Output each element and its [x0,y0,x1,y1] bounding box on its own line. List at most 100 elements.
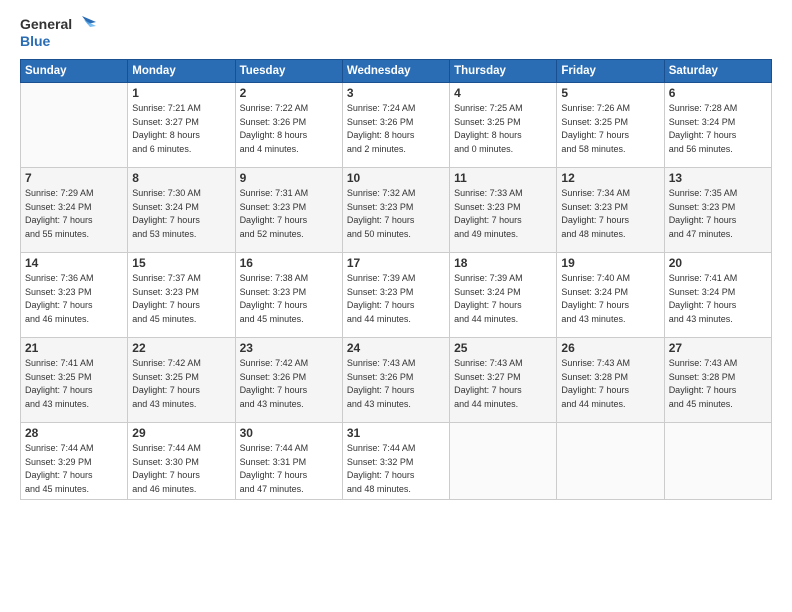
calendar-cell: 23 Sunrise: 7:42 AM Sunset: 3:26 PM Dayli… [235,338,342,423]
day-info: Sunrise: 7:40 AM Sunset: 3:24 PM Dayligh… [561,272,659,326]
calendar-week: 21 Sunrise: 7:41 AM Sunset: 3:25 PM Dayli… [21,338,772,423]
day-number: 23 [240,341,338,355]
day-info: Sunrise: 7:39 AM Sunset: 3:24 PM Dayligh… [454,272,552,326]
day-info: Sunrise: 7:21 AM Sunset: 3:27 PM Dayligh… [132,102,230,156]
day-info: Sunrise: 7:41 AM Sunset: 3:25 PM Dayligh… [25,357,123,411]
day-info: Sunrise: 7:42 AM Sunset: 3:26 PM Dayligh… [240,357,338,411]
day-info: Sunrise: 7:39 AM Sunset: 3:23 PM Dayligh… [347,272,445,326]
day-info: Sunrise: 7:43 AM Sunset: 3:26 PM Dayligh… [347,357,445,411]
calendar-cell: 2Sunrise: 7:22 AM Sunset: 3:26 PM Daylig… [235,83,342,168]
calendar-cell [664,423,771,500]
day-number: 28 [25,426,123,440]
logo: General Blue [20,16,96,49]
calendar-cell: 15 Sunrise: 7:37 AM Sunset: 3:23 PM Dayli… [128,253,235,338]
calendar-cell: 18 Sunrise: 7:39 AM Sunset: 3:24 PM Dayli… [450,253,557,338]
day-number: 9 [240,171,338,185]
calendar-cell: 14 Sunrise: 7:36 AM Sunset: 3:23 PM Dayli… [21,253,128,338]
weekday-header: Monday [128,60,235,83]
day-number: 27 [669,341,767,355]
calendar-week: 28 Sunrise: 7:44 AM Sunset: 3:29 PM Dayli… [21,423,772,500]
day-number: 6 [669,86,767,100]
day-number: 8 [132,171,230,185]
day-info: Sunrise: 7:44 AM Sunset: 3:31 PM Dayligh… [240,442,338,496]
weekday-header: Wednesday [342,60,449,83]
calendar-cell: 13Sunrise: 7:35 AM Sunset: 3:23 PM Dayli… [664,168,771,253]
day-number: 5 [561,86,659,100]
day-number: 25 [454,341,552,355]
calendar-week: 7 Sunrise: 7:29 AM Sunset: 3:24 PM Daylig… [21,168,772,253]
day-info: Sunrise: 7:42 AM Sunset: 3:25 PM Dayligh… [132,357,230,411]
day-info: Sunrise: 7:44 AM Sunset: 3:32 PM Dayligh… [347,442,445,496]
header-row: SundayMondayTuesdayWednesdayThursdayFrid… [21,60,772,83]
day-info: Sunrise: 7:31 AM Sunset: 3:23 PM Dayligh… [240,187,338,241]
day-number: 10 [347,171,445,185]
day-info: Sunrise: 7:35 AM Sunset: 3:23 PM Dayligh… [669,187,767,241]
day-number: 30 [240,426,338,440]
weekday-header: Sunday [21,60,128,83]
calendar-cell: 8 Sunrise: 7:30 AM Sunset: 3:24 PM Daylig… [128,168,235,253]
calendar-cell: 1 Sunrise: 7:21 AM Sunset: 3:27 PM Daylig… [128,83,235,168]
calendar-cell: 16 Sunrise: 7:38 AM Sunset: 3:23 PM Dayli… [235,253,342,338]
day-info: Sunrise: 7:22 AM Sunset: 3:26 PM Dayligh… [240,102,338,156]
day-info: Sunrise: 7:32 AM Sunset: 3:23 PM Dayligh… [347,187,445,241]
calendar-cell: 12 Sunrise: 7:34 AM Sunset: 3:23 PM Dayli… [557,168,664,253]
day-info: Sunrise: 7:38 AM Sunset: 3:23 PM Dayligh… [240,272,338,326]
calendar-cell: 20 Sunrise: 7:41 AM Sunset: 3:24 PM Dayli… [664,253,771,338]
day-info: Sunrise: 7:33 AM Sunset: 3:23 PM Dayligh… [454,187,552,241]
day-number: 22 [132,341,230,355]
day-info: Sunrise: 7:29 AM Sunset: 3:24 PM Dayligh… [25,187,123,241]
day-number: 29 [132,426,230,440]
day-info: Sunrise: 7:28 AM Sunset: 3:24 PM Dayligh… [669,102,767,156]
calendar-cell: 5 Sunrise: 7:26 AM Sunset: 3:25 PM Daylig… [557,83,664,168]
calendar-cell: 27Sunrise: 7:43 AM Sunset: 3:28 PM Dayli… [664,338,771,423]
day-number: 7 [25,171,123,185]
day-info: Sunrise: 7:24 AM Sunset: 3:26 PM Dayligh… [347,102,445,156]
day-number: 1 [132,86,230,100]
day-number: 20 [669,256,767,270]
calendar-cell: 26Sunrise: 7:43 AM Sunset: 3:28 PM Dayli… [557,338,664,423]
calendar-cell: 9 Sunrise: 7:31 AM Sunset: 3:23 PM Daylig… [235,168,342,253]
day-info: Sunrise: 7:36 AM Sunset: 3:23 PM Dayligh… [25,272,123,326]
day-info: Sunrise: 7:25 AM Sunset: 3:25 PM Dayligh… [454,102,552,156]
day-number: 12 [561,171,659,185]
calendar-cell: 30 Sunrise: 7:44 AM Sunset: 3:31 PM Dayli… [235,423,342,500]
calendar-cell: 17 Sunrise: 7:39 AM Sunset: 3:23 PM Dayli… [342,253,449,338]
calendar-cell: 21 Sunrise: 7:41 AM Sunset: 3:25 PM Dayli… [21,338,128,423]
logo-general: General [20,17,72,32]
day-number: 21 [25,341,123,355]
day-info: Sunrise: 7:26 AM Sunset: 3:25 PM Dayligh… [561,102,659,156]
day-number: 18 [454,256,552,270]
day-info: Sunrise: 7:34 AM Sunset: 3:23 PM Dayligh… [561,187,659,241]
calendar-cell [21,83,128,168]
day-info: Sunrise: 7:37 AM Sunset: 3:23 PM Dayligh… [132,272,230,326]
calendar-cell: 29 Sunrise: 7:44 AM Sunset: 3:30 PM Dayli… [128,423,235,500]
calendar-cell: 31Sunrise: 7:44 AM Sunset: 3:32 PM Dayli… [342,423,449,500]
day-number: 11 [454,171,552,185]
calendar-cell: 11 Sunrise: 7:33 AM Sunset: 3:23 PM Dayli… [450,168,557,253]
calendar-cell: 7 Sunrise: 7:29 AM Sunset: 3:24 PM Daylig… [21,168,128,253]
day-number: 4 [454,86,552,100]
day-number: 17 [347,256,445,270]
page: General Blue SundayMondayTuesdayWednesda… [0,0,792,612]
day-info: Sunrise: 7:41 AM Sunset: 3:24 PM Dayligh… [669,272,767,326]
calendar-cell: 28 Sunrise: 7:44 AM Sunset: 3:29 PM Dayli… [21,423,128,500]
calendar-cell: 22 Sunrise: 7:42 AM Sunset: 3:25 PM Dayli… [128,338,235,423]
day-number: 14 [25,256,123,270]
weekday-header: Thursday [450,60,557,83]
calendar-cell [450,423,557,500]
day-info: Sunrise: 7:44 AM Sunset: 3:29 PM Dayligh… [25,442,123,496]
day-info: Sunrise: 7:30 AM Sunset: 3:24 PM Dayligh… [132,187,230,241]
calendar-week: 1 Sunrise: 7:21 AM Sunset: 3:27 PM Daylig… [21,83,772,168]
weekday-header: Tuesday [235,60,342,83]
weekday-header: Saturday [664,60,771,83]
day-number: 15 [132,256,230,270]
day-info: Sunrise: 7:43 AM Sunset: 3:27 PM Dayligh… [454,357,552,411]
calendar-week: 14 Sunrise: 7:36 AM Sunset: 3:23 PM Dayli… [21,253,772,338]
calendar-cell: 6 Sunrise: 7:28 AM Sunset: 3:24 PM Daylig… [664,83,771,168]
day-number: 26 [561,341,659,355]
day-info: Sunrise: 7:44 AM Sunset: 3:30 PM Dayligh… [132,442,230,496]
day-number: 16 [240,256,338,270]
calendar-cell [557,423,664,500]
calendar-cell: 25 Sunrise: 7:43 AM Sunset: 3:27 PM Dayli… [450,338,557,423]
day-number: 19 [561,256,659,270]
